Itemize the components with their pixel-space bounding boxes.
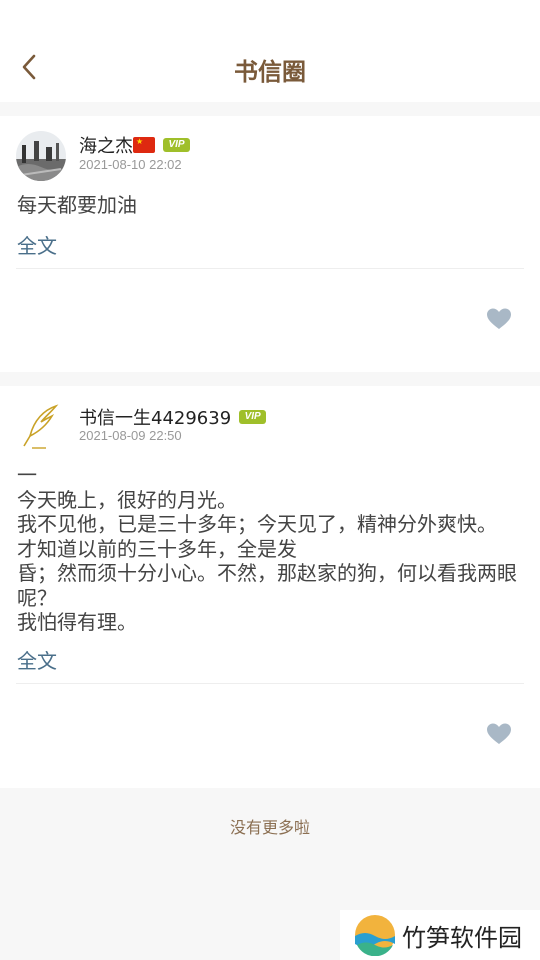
user-info: 海之杰 ★ VIP xyxy=(79,132,190,158)
vip-badge: VIP xyxy=(239,410,267,424)
user-info: 书信一生4429639 VIP xyxy=(79,404,267,430)
watermark: 竹笋软件园 xyxy=(340,910,540,960)
watermark-text: 竹笋软件园 xyxy=(402,923,522,952)
post-card[interactable]: 海之杰 ★ VIP 2021-08-10 22:02 每天都要加油 全文 xyxy=(0,116,540,372)
post-date: 2021-08-10 22:02 xyxy=(79,157,182,172)
heart-icon xyxy=(487,308,511,329)
quill-icon xyxy=(16,402,66,452)
fulltext-link[interactable]: 全文 xyxy=(17,230,57,259)
vip-badge: VIP xyxy=(163,138,190,152)
divider xyxy=(16,683,524,684)
like-button[interactable] xyxy=(486,722,512,746)
post-content: 每天都要加油 xyxy=(17,193,137,217)
post-date: 2021-08-09 22:50 xyxy=(79,428,182,443)
post-card[interactable]: 书信一生4429639 VIP 2021-08-09 22:50 一 今天晚上，… xyxy=(0,386,540,788)
fulltext-link[interactable]: 全文 xyxy=(17,645,57,674)
avatar[interactable] xyxy=(16,402,66,452)
avatar-image xyxy=(16,131,66,181)
like-button[interactable] xyxy=(486,307,512,331)
page-title: 书信圈 xyxy=(234,58,306,86)
divider xyxy=(16,268,524,269)
bamboo-logo-icon xyxy=(355,915,395,956)
no-more-text: 没有更多啦 xyxy=(229,818,310,837)
post-content: 一 今天晚上，很好的月光。 我不见他，已是三十多年；今天见了，精神分外爽快。 才… xyxy=(17,463,517,634)
china-flag-icon: ★ xyxy=(133,137,155,153)
username[interactable]: 海之杰 xyxy=(79,132,133,158)
username[interactable]: 书信一生4429639 xyxy=(79,404,231,430)
top-bar: 书信圈 xyxy=(0,0,540,102)
heart-icon xyxy=(487,723,511,744)
avatar[interactable] xyxy=(16,131,66,181)
